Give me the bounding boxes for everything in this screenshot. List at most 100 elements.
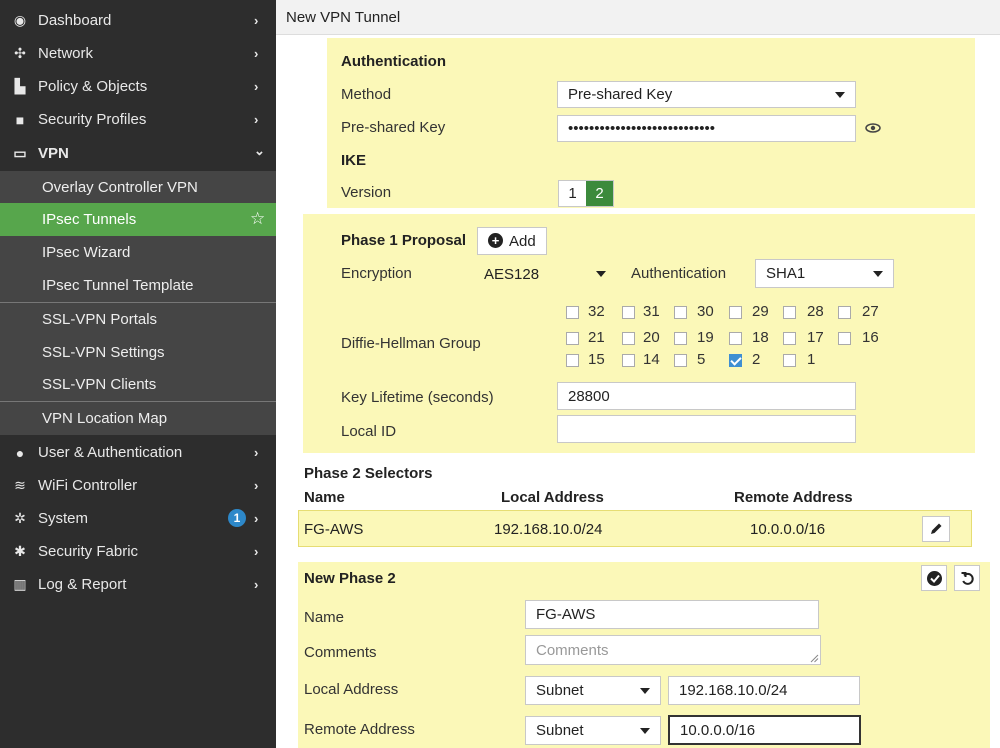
dh-checkbox[interactable] (838, 306, 851, 319)
sidebar-item-label: Log & Report (38, 576, 127, 593)
chevron-down-icon (640, 727, 650, 734)
sidebar-item-system[interactable]: ✲ System 1 › (0, 502, 276, 535)
chevron-right-icon: › (254, 79, 259, 94)
dh-checkbox[interactable] (729, 306, 742, 319)
dashboard-icon: ◉ (13, 12, 27, 28)
version-option-1[interactable]: 1 (559, 181, 586, 206)
key-lifetime-input[interactable]: 28800 (557, 382, 856, 410)
dh-checkbox-label: 18 (752, 329, 769, 346)
name-label: Name (304, 609, 345, 626)
dh-checkbox-label: 20 (643, 329, 660, 346)
dh-checkbox[interactable] (783, 354, 796, 367)
dh-checkbox[interactable] (838, 332, 851, 345)
sidebar-item-dashboard[interactable]: ◉ Dashboard › (0, 4, 276, 37)
gear-icon: ✲ (14, 510, 26, 526)
sidebar-item-network[interactable]: ✣ Network › (0, 37, 276, 70)
sidebar-item-user-authentication[interactable]: ● User & Authentication › (0, 436, 276, 469)
local-address-input[interactable]: 192.168.10.0/24 (668, 676, 860, 705)
eye-icon[interactable] (864, 121, 882, 135)
dh-checkbox-label: 30 (697, 303, 714, 320)
policy-icon: ▙ (14, 78, 26, 94)
user-icon: ● (15, 444, 25, 461)
sidebar-subitem-label: IPsec Tunnel Template (42, 277, 194, 294)
local-address-type-select[interactable]: Subnet (525, 676, 661, 705)
encryption-value: AES128 (484, 265, 540, 283)
dh-checkbox[interactable] (622, 354, 635, 367)
sidebar-subitem-ssl-vpn-clients[interactable]: SSL-VPN Clients (0, 368, 276, 401)
authentication-value: SHA1 (766, 265, 806, 282)
local-id-input[interactable] (557, 415, 856, 443)
table-row[interactable]: FG-AWS 192.168.10.0/24 10.0.0.0/16 (298, 510, 972, 547)
wifi-icon: ≋ (14, 477, 26, 493)
method-select[interactable]: Pre-shared Key (557, 81, 856, 108)
star-icon[interactable]: ☆ (250, 209, 265, 229)
encryption-select[interactable]: AES128 (473, 260, 617, 288)
sidebar-item-security-fabric[interactable]: ✱ Security Fabric › (0, 535, 276, 568)
undo-button[interactable] (954, 565, 980, 591)
sidebar-subitem-ssl-vpn-portals[interactable]: SSL-VPN Portals (0, 303, 276, 336)
psk-input[interactable]: •••••••••••••••••••••••••••• (557, 115, 856, 142)
dh-checkbox[interactable] (566, 354, 579, 367)
sidebar-subitem-ipsec-wizard[interactable]: IPsec Wizard (0, 236, 276, 269)
version-option-2[interactable]: 2 (586, 181, 613, 206)
resize-handle-icon[interactable] (810, 654, 819, 663)
sidebar-item-vpn[interactable]: ▭ VPN ⌄ (0, 137, 276, 170)
sidebar-item-security-profiles[interactable]: ■ Security Profiles › (0, 103, 276, 136)
dh-checkbox[interactable] (783, 332, 796, 345)
network-icon: ✣ (14, 45, 26, 61)
sidebar-item-label: System (38, 510, 89, 527)
sidebar-subitem-label: Overlay Controller VPN (42, 179, 198, 196)
laptop-icon: ▭ (13, 145, 27, 161)
sidebar-item-wifi-controller[interactable]: ≋ WiFi Controller › (0, 469, 276, 502)
page-header: New VPN Tunnel (276, 0, 1000, 35)
dh-checkbox[interactable] (674, 306, 687, 319)
sidebar: ◉ Dashboard › ✣ Network › ▙ Policy & Obj… (0, 0, 276, 748)
sidebar-subitem-overlay-controller-vpn[interactable]: Overlay Controller VPN (0, 171, 276, 204)
sidebar-item-policy-objects[interactable]: ▙ Policy & Objects › (0, 70, 276, 103)
dh-checkbox[interactable] (783, 306, 796, 319)
dh-checkbox-label: 19 (697, 329, 714, 346)
dh-checkbox[interactable] (622, 332, 635, 345)
remote-address-input[interactable]: 10.0.0.0/16 (668, 715, 861, 745)
sidebar-subitem-ssl-vpn-settings[interactable]: SSL-VPN Settings (0, 336, 276, 369)
sidebar-item-label: User & Authentication (38, 444, 183, 461)
method-label: Method (341, 86, 392, 103)
authentication-select[interactable]: SHA1 (755, 259, 894, 288)
dh-checkbox-label: 1 (807, 351, 816, 368)
sidebar-item-label: Security Profiles (38, 111, 147, 128)
dh-checkbox[interactable] (566, 306, 579, 319)
chevron-down-icon (640, 687, 650, 694)
notification-badge: 1 (228, 509, 246, 527)
dh-checkbox[interactable] (622, 306, 635, 319)
sidebar-subitem-ipsec-tunnels[interactable]: IPsec Tunnels ☆ (0, 203, 276, 236)
edit-button[interactable] (922, 516, 950, 542)
comments-textarea[interactable]: Comments (525, 635, 821, 665)
method-value: Pre-shared Key (568, 86, 673, 103)
chevron-down-icon (835, 91, 845, 98)
dh-checkbox[interactable] (674, 354, 687, 367)
lock-icon: ■ (15, 111, 25, 128)
remote-address-type-select[interactable]: Subnet (525, 716, 661, 745)
sidebar-item-log-report[interactable]: ▥ Log & Report › (0, 568, 276, 601)
chevron-right-icon: › (254, 112, 259, 127)
local-address-label: Local Address (304, 681, 399, 698)
sidebar-subitem-label: SSL-VPN Clients (42, 376, 157, 393)
dh-checkbox[interactable] (729, 332, 742, 345)
comments-label: Comments (304, 644, 377, 661)
dh-checkbox[interactable] (566, 332, 579, 345)
chevron-down-icon (873, 270, 883, 277)
remote-address-label: Remote Address (304, 721, 415, 738)
confirm-button[interactable] (921, 565, 947, 591)
dh-checkbox[interactable] (674, 332, 687, 345)
sidebar-subitem-ipsec-tunnel-template[interactable]: IPsec Tunnel Template (0, 269, 276, 302)
dh-checkbox-label: 14 (643, 351, 660, 368)
chevron-right-icon: › (254, 577, 259, 592)
name-input[interactable]: FG-AWS (525, 600, 819, 629)
dh-checkbox-label: 27 (862, 303, 879, 320)
phase1-header: Phase 1 Proposal (341, 232, 467, 249)
add-proposal-button[interactable]: + Add (477, 227, 547, 255)
sidebar-subitem-vpn-location-map[interactable]: VPN Location Map (0, 402, 276, 435)
column-header-local-address: Local Address (501, 489, 604, 506)
chevron-right-icon: › (254, 13, 259, 28)
dh-checkbox-checked[interactable] (729, 354, 742, 367)
